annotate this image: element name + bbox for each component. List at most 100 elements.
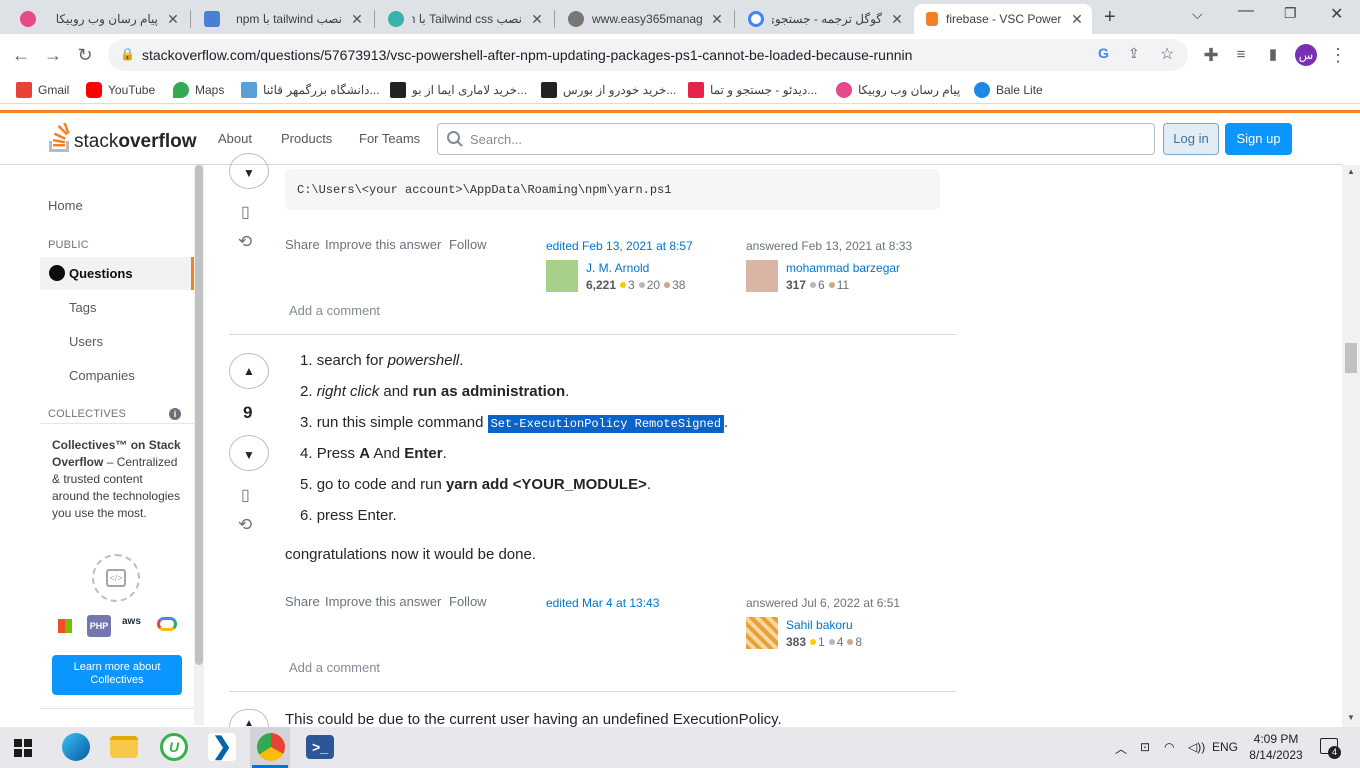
restore-button[interactable]: ❐: [1284, 5, 1297, 22]
bookmark-bale[interactable]: Bale Lite: [974, 82, 1043, 98]
star-icon[interactable]: ☆: [1160, 44, 1174, 64]
windows-start-icon[interactable]: [14, 739, 32, 757]
edited-link[interactable]: edited Mar 4 at 13:43: [546, 596, 659, 610]
clock-date: 8/14/2023: [1249, 748, 1303, 762]
scroll-up-arrow-icon[interactable]: ▲: [1347, 167, 1355, 176]
search-input[interactable]: Search...: [437, 123, 1155, 155]
bookmark-maps[interactable]: Maps: [173, 82, 224, 98]
extensions-icon[interactable]: ✚: [1198, 42, 1224, 68]
reload-icon[interactable]: ↻: [72, 42, 98, 68]
chevron-up-icon[interactable]: ︿: [1115, 740, 1127, 757]
so-logo[interactable]: stack overflow: [48, 121, 196, 153]
add-comment-link[interactable]: Add a comment: [289, 660, 380, 675]
tab-tailwind-npm[interactable]: نصب tailwind با npm ✕: [192, 4, 372, 34]
share-icon[interactable]: ⇪: [1128, 45, 1140, 62]
bookmark-khodro[interactable]: خرید خودرو از بورس...: [541, 82, 676, 98]
editor-signature: edited Mar 4 at 13:43: [546, 596, 659, 610]
login-button[interactable]: Log in: [1163, 123, 1219, 155]
list-item: 4. Press A And Enter.: [300, 445, 447, 462]
bookmark-gmail[interactable]: Gmail: [16, 82, 69, 98]
address-bar[interactable]: 🔒 stackoverflow.com/questions/57673913/v…: [108, 39, 1188, 71]
tab-rubika[interactable]: پیام رسان وب روبیکا ✕: [8, 4, 188, 34]
edited-link[interactable]: edited Feb 13, 2021 at 8:57: [546, 239, 736, 253]
share-link[interactable]: Share: [285, 237, 320, 252]
upvote-button[interactable]: ▲: [229, 353, 269, 389]
close-icon[interactable]: ✕: [350, 11, 364, 28]
rubika-icon: [20, 11, 36, 27]
improve-answer-link[interactable]: Improve this answer: [325, 237, 441, 252]
profile-avatar[interactable]: س: [1295, 44, 1317, 66]
sidebar-item-users[interactable]: Users: [69, 334, 103, 349]
downvote-button[interactable]: ▼: [229, 435, 269, 471]
dideo-icon: [688, 82, 704, 98]
share-link[interactable]: Share: [285, 594, 320, 609]
file-explorer-icon[interactable]: [110, 736, 138, 758]
network-icon[interactable]: ⊡: [1140, 740, 1150, 754]
google-icon[interactable]: G: [1098, 45, 1109, 61]
bookmark-icon[interactable]: ▯: [241, 202, 250, 222]
forward-arrow-icon[interactable]: →: [40, 42, 66, 68]
powershell-icon[interactable]: >_: [306, 735, 334, 759]
avatar[interactable]: [546, 260, 578, 292]
nav-products[interactable]: Products: [281, 131, 332, 146]
bookmark-university[interactable]: دانشگاه بزرگمهر قائنا...: [241, 82, 380, 98]
sidebar-scrollbar[interactable]: [194, 165, 204, 725]
wifi-icon[interactable]: ◠: [1164, 740, 1174, 754]
history-icon[interactable]: ⟲: [238, 515, 252, 535]
history-icon[interactable]: ⟲: [238, 232, 252, 252]
bookmark-youtube[interactable]: YouTube: [86, 82, 155, 98]
vscode-icon[interactable]: ❯: [208, 733, 236, 761]
volume-icon[interactable]: ◁)): [1188, 740, 1205, 754]
tab-tailwind-css[interactable]: نصب Tailwind css با npm ✕: [376, 4, 552, 34]
bookmark-lamari[interactable]: خرید لاماری ایما از بو...: [390, 82, 527, 98]
sidebar-item-questions[interactable]: Questions: [40, 257, 194, 290]
user-name[interactable]: Sahil bakoru: [786, 618, 853, 632]
tab-firebase[interactable]: firebase - VSC PowerShell ✕: [914, 4, 1092, 34]
sidebar-item-companies[interactable]: Companies: [69, 368, 135, 383]
close-icon[interactable]: ✕: [710, 11, 724, 28]
close-icon[interactable]: ✕: [890, 11, 904, 28]
avatar[interactable]: [746, 617, 778, 649]
chevron-down-icon[interactable]: ⌵: [1192, 6, 1203, 23]
nav-for-teams[interactable]: For Teams: [359, 131, 420, 146]
learn-more-collectives-button[interactable]: Learn more about Collectives: [52, 655, 182, 695]
menu-icon[interactable]: ⋮: [1325, 42, 1351, 68]
clock[interactable]: 4:09 PM 8/14/2023: [1246, 731, 1306, 763]
user-name[interactable]: J. M. Arnold: [586, 261, 649, 275]
tab-google-translate[interactable]: گوگل ترجمه - جستجوی ✕: [736, 4, 912, 34]
close-icon[interactable]: ✕: [1070, 11, 1084, 28]
nav-about[interactable]: About: [218, 131, 252, 146]
user-name[interactable]: mohammad barzegar: [786, 261, 900, 275]
avatar[interactable]: [746, 260, 778, 292]
follow-link[interactable]: Follow: [449, 237, 487, 252]
downvote-button[interactable]: ▼: [229, 153, 269, 189]
bookmark-icon[interactable]: ▯: [241, 485, 250, 505]
scrollbar-thumb[interactable]: [195, 165, 203, 665]
language-indicator[interactable]: ENG: [1212, 740, 1238, 754]
sidepanel-icon[interactable]: ▮: [1260, 42, 1286, 68]
minimize-button[interactable]: —: [1238, 2, 1254, 20]
page-scrollbar[interactable]: ▲ ▼: [1342, 165, 1360, 727]
close-window-button[interactable]: ✕: [1330, 4, 1343, 24]
edge-icon[interactable]: [62, 733, 90, 761]
info-icon[interactable]: i: [169, 408, 181, 420]
add-comment-link[interactable]: Add a comment: [289, 303, 380, 318]
close-icon[interactable]: ✕: [530, 11, 544, 28]
bookmark-dideo[interactable]: دیدئو - جستجو و تما...: [688, 82, 817, 98]
media-icon[interactable]: ≡: [1228, 42, 1254, 68]
upwork-icon[interactable]: U: [160, 733, 188, 761]
tab-easy365[interactable]: www.easy365manager.com ✕: [556, 4, 732, 34]
bookmark-rubika[interactable]: پیام رسان وب روبیکا: [836, 82, 960, 98]
new-tab-button[interactable]: +: [1104, 6, 1116, 29]
chrome-icon[interactable]: [257, 733, 285, 761]
sidebar-item-tags[interactable]: Tags: [69, 300, 96, 315]
sidebar-item-home[interactable]: Home: [48, 198, 83, 213]
close-icon[interactable]: ✕: [166, 11, 180, 28]
improve-answer-link[interactable]: Improve this answer: [325, 594, 441, 609]
back-arrow-icon[interactable]: ←: [8, 42, 34, 68]
signup-button[interactable]: Sign up: [1225, 123, 1292, 155]
follow-link[interactable]: Follow: [449, 594, 487, 609]
upvote-button[interactable]: ▲: [229, 709, 269, 727]
scrollbar-thumb[interactable]: [1345, 343, 1357, 373]
scroll-down-arrow-icon[interactable]: ▼: [1347, 713, 1355, 722]
